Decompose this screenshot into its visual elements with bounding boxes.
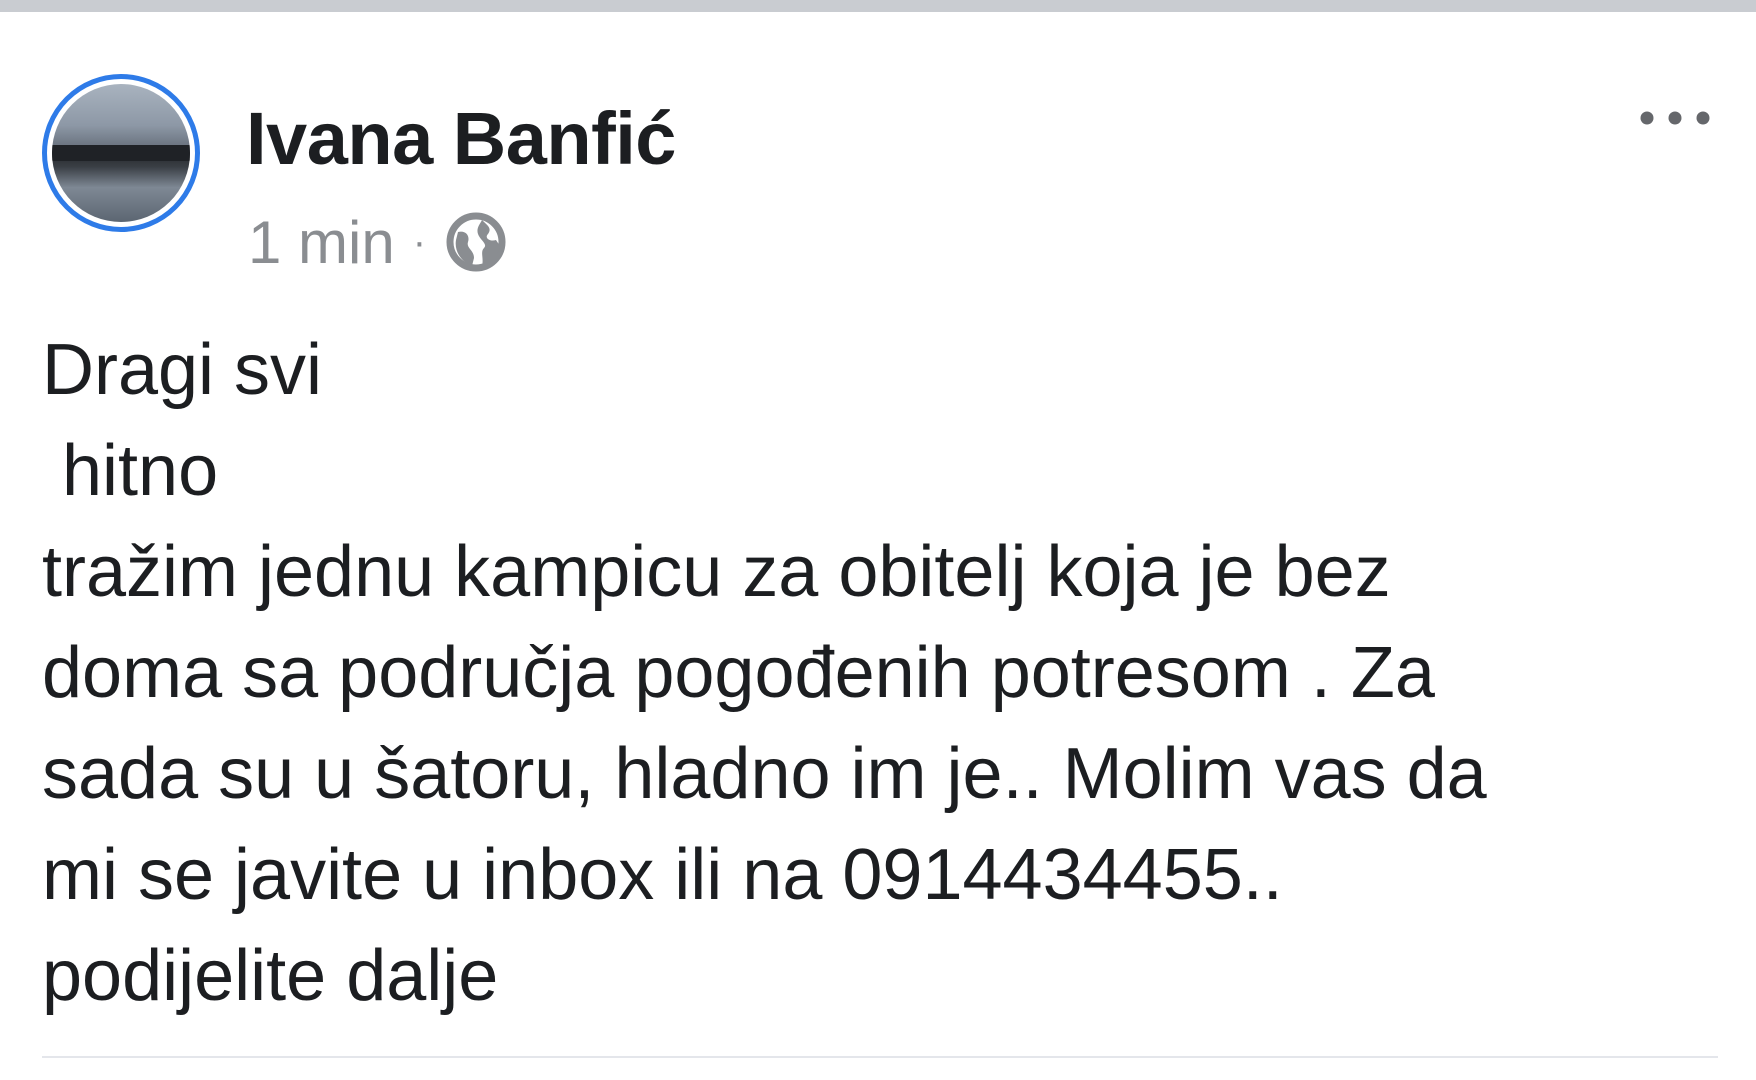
- more-options-icon: [1640, 111, 1710, 125]
- meta-separator: ·: [412, 219, 427, 264]
- post-card: Ivana Banfić 1 min · Dragi svi hitno tra…: [0, 12, 1756, 1080]
- globe-icon[interactable]: [444, 210, 508, 274]
- avatar[interactable]: [42, 74, 200, 232]
- divider: [42, 1056, 1718, 1058]
- top-strip: [0, 0, 1756, 12]
- post-text: Dragi svi hitno tražim jednu kampicu za …: [42, 330, 1487, 1016]
- author-name[interactable]: Ivana Banfić: [246, 96, 676, 181]
- post-meta: 1 min ·: [248, 208, 508, 277]
- post-timestamp[interactable]: 1 min: [248, 208, 395, 277]
- more-options-button[interactable]: [1630, 96, 1720, 140]
- avatar-image: [52, 84, 190, 222]
